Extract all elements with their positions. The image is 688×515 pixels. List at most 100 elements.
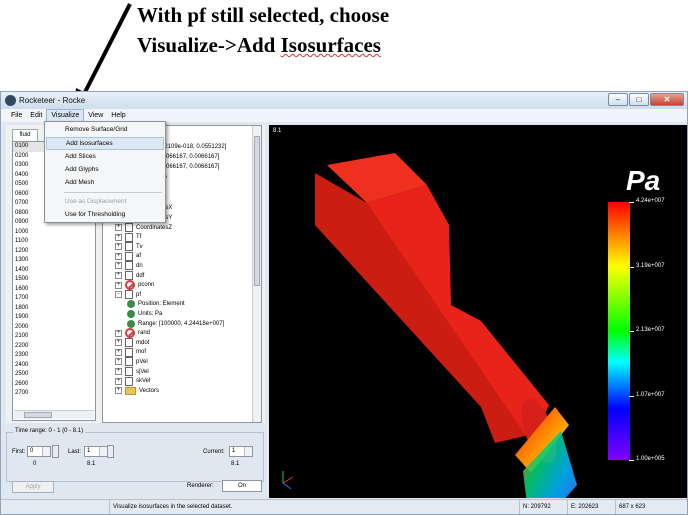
tab-fluid[interactable]: fluid [12,129,38,141]
apply-button[interactable]: Apply [12,481,54,493]
renderer-toggle[interactable]: On [222,480,262,492]
maximize-button[interactable]: □ [629,93,649,106]
list-item[interactable]: 2600 [13,380,95,390]
current-label: Current: [203,449,225,455]
tree-row[interactable]: + Tf [115,232,141,242]
list-item[interactable]: 1800 [13,304,95,314]
title-bar[interactable]: Rocketeer - Rocke – □ ✕ [1,92,687,109]
list-item[interactable]: 1100 [13,237,95,247]
menu-item-remove-surface-grid[interactable]: Remove Surface/Grid [46,123,164,136]
current-spinbox[interactable]: 1 [229,446,253,457]
last-slider-thumb[interactable] [107,445,114,458]
list-item[interactable]: 1700 [13,294,95,304]
list-item[interactable]: 2000 [13,323,95,333]
first-spinbox[interactable]: 0 [27,446,51,457]
tree-row[interactable]: 52109e-018, 0.0551232] [161,142,226,152]
list-item[interactable]: 1600 [13,285,95,295]
tree-row[interactable]: + pVel [115,357,148,367]
list-item[interactable]: 2400 [13,361,95,371]
close-button[interactable]: ✕ [650,93,684,106]
colorbar-tick [629,395,634,397]
expand-icon[interactable]: + [115,348,122,356]
list-item[interactable]: 1400 [13,266,95,276]
expand-icon[interactable]: + [115,329,122,337]
document-icon [125,347,133,357]
tree-row-label: Tv [136,243,143,250]
step-list-scroll-thumb[interactable] [24,412,52,418]
tree-row-label: CoordinatesZ [136,224,173,231]
list-item[interactable]: 1900 [13,313,95,323]
caption-line-2: Visualize->Add Isosurfaces [137,30,537,60]
collapse-icon[interactable]: - [115,291,122,299]
tree-row[interactable]: + CoordinatesZ [115,223,172,233]
list-item[interactable]: 2700 [13,389,95,399]
tree-row[interactable]: + Tv [115,242,143,252]
expand-icon[interactable]: + [115,339,122,347]
tree-row-label: skVel [136,378,151,385]
tree-row[interactable]: Position: Element [127,300,185,310]
expand-icon[interactable]: + [115,387,122,395]
expand-icon[interactable]: + [115,224,122,232]
attribute-icon [127,309,135,318]
tree-row[interactable]: + af [115,251,141,262]
list-item[interactable]: 2200 [13,342,95,352]
expand-icon[interactable]: + [115,281,122,289]
tree-row[interactable]: + pconn [115,280,154,291]
list-item[interactable]: 2500 [13,370,95,380]
menu-item-add-slices[interactable]: Add Slices [46,150,164,163]
list-item[interactable]: 1000 [13,228,95,238]
tree-row-label: pVel [136,358,148,365]
list-item[interactable]: 1300 [13,256,95,266]
list-item[interactable]: 1500 [13,275,95,285]
tree-row-label: pf [136,291,142,298]
tree-row[interactable]: + dn [115,261,143,271]
list-item[interactable]: 2100 [13,332,95,342]
tree-row[interactable]: + mdot [115,338,149,348]
colorbar-tick [629,331,634,332]
document-icon [125,357,133,367]
tree-row[interactable]: + sjVel [115,367,149,377]
expand-icon[interactable]: + [115,358,122,366]
document-icon [125,338,133,348]
status-viewport-size: 687 x 623 [615,500,687,514]
tree-row[interactable]: + skVel [115,376,150,386]
list-item[interactable]: 1200 [13,247,95,257]
menu-item-add-isosurfaces[interactable]: Add Isosurfaces [46,137,164,150]
last-spinbox[interactable]: 1 [84,446,108,457]
axis-z [282,482,292,490]
menu-item-add-glyphs[interactable]: Add Glyphs [46,163,164,176]
expand-icon[interactable]: + [115,233,122,241]
tree-row[interactable]: Range: [100000, 4.24418e+007] [127,319,224,329]
expand-icon[interactable]: + [115,272,122,280]
list-item[interactable]: 2300 [13,351,95,361]
tree-row[interactable]: + ddf [115,271,144,281]
tree-row[interactable]: Units: Pa [127,309,162,319]
menu-separator [64,192,162,193]
menu-item-use-for-thresholding[interactable]: Use for Thresholding [46,208,164,221]
step-list-scrollbar[interactable] [14,410,94,419]
tree-row[interactable]: + mof [115,347,146,358]
first-slider-thumb[interactable] [52,445,59,458]
status-node-count: N: 209792 [519,500,567,514]
tree-row[interactable]: + rand [115,328,151,339]
render-viewport[interactable]: 8.1 Pa 4.24e+007 3.19e+007 2.13e+007 1.07e+… [269,125,687,498]
menu-item-use-as-displacement[interactable]: Use as Displacement [46,195,164,208]
menu-item-add-mesh[interactable]: Add Mesh [46,176,164,189]
expand-icon[interactable]: + [115,377,122,385]
document-icon [125,232,133,242]
expand-icon[interactable]: + [115,262,122,270]
colorbar-label: 2.13e+007 [636,327,665,333]
tree-row[interactable]: + Vectors [115,386,159,396]
expand-icon[interactable]: + [115,252,122,260]
tree-row[interactable]: - pf [115,290,141,300]
tree-scroll-thumb[interactable] [254,136,260,286]
tree-row[interactable]: .0066167, 0.0066167] [161,162,219,172]
document-icon [125,290,133,300]
minimize-button[interactable]: – [608,93,628,106]
menu-file[interactable]: File [7,109,26,122]
expand-icon[interactable]: + [115,243,122,251]
tree-row-label: rand [138,330,151,337]
expand-icon[interactable]: + [115,368,122,376]
tree-scrollbar[interactable] [252,126,261,422]
tree-row[interactable]: .0066167, 0.0066167] [161,152,219,162]
